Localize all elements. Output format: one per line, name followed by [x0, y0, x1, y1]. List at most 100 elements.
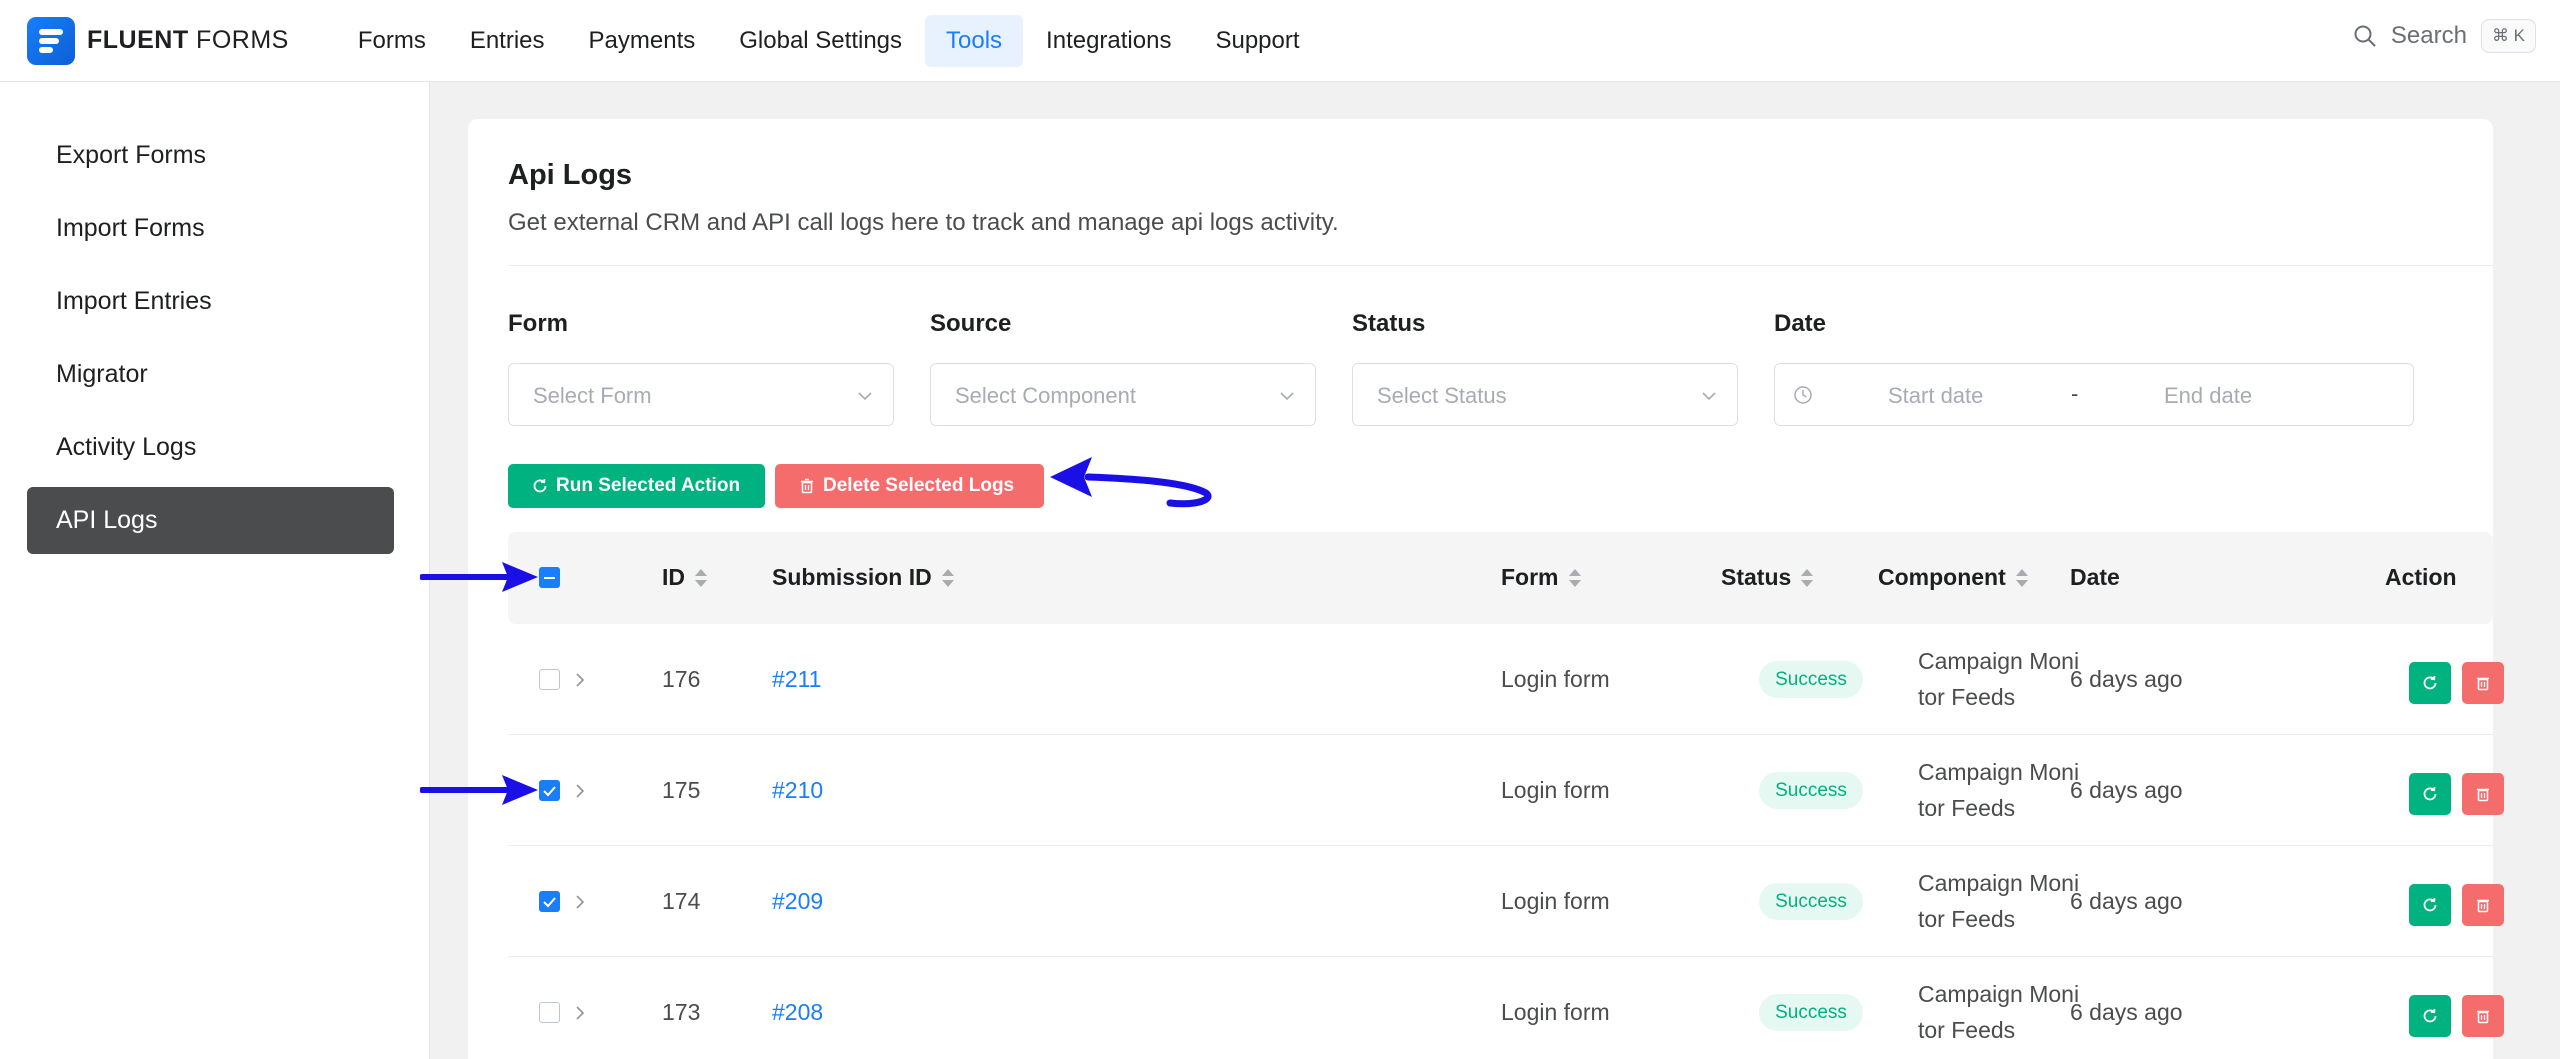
- sidebar-item-import-entries[interactable]: Import Entries: [27, 268, 394, 335]
- nav-item-support[interactable]: Support: [1194, 15, 1320, 67]
- start-date-input[interactable]: Start date: [1888, 383, 1983, 409]
- row-form: Login form: [1501, 888, 1610, 914]
- column-header-id[interactable]: ID: [662, 564, 708, 591]
- column-header-status-label: Status: [1721, 564, 1792, 590]
- annotation-arrow-icon: [420, 562, 538, 592]
- delete-log-button[interactable]: [2462, 662, 2504, 704]
- row-component: Campaign Moni tor Feeds: [1918, 870, 2080, 932]
- trash-icon: [801, 478, 813, 494]
- row-id: 173: [662, 999, 701, 1025]
- sidebar: Export Forms Import Forms Import Entries…: [0, 82, 430, 1059]
- sort-icon[interactable]: [1568, 567, 1582, 589]
- column-header-id-label: ID: [662, 564, 685, 590]
- end-date-input[interactable]: End date: [2164, 383, 2252, 409]
- expand-row-chevron-icon[interactable]: [571, 780, 589, 802]
- brand[interactable]: FLUENT FORMS: [27, 16, 289, 65]
- column-header-component-label: Component: [1878, 564, 2006, 590]
- row-checkbox[interactable]: [539, 780, 560, 801]
- sidebar-item-migrator[interactable]: Migrator: [27, 341, 394, 408]
- run-selected-action-button[interactable]: Run Selected Action: [508, 464, 765, 508]
- run-action-button[interactable]: [2409, 995, 2451, 1037]
- submission-id-link[interactable]: #210: [772, 777, 823, 804]
- sort-icon[interactable]: [2015, 567, 2029, 589]
- column-header-form[interactable]: Form: [1501, 564, 1582, 591]
- column-header-date: Date: [2070, 564, 2120, 591]
- trash-icon: [2477, 1010, 2489, 1024]
- status-badge: Success: [1759, 661, 1863, 698]
- date-separator: -: [2071, 381, 2079, 406]
- chevron-down-icon: [1280, 392, 1294, 401]
- column-header-status[interactable]: Status: [1721, 564, 1814, 591]
- column-header-submission-id-label: Submission ID: [772, 564, 932, 590]
- delete-log-button[interactable]: [2462, 884, 2504, 926]
- nav-item-forms[interactable]: Forms: [337, 15, 447, 67]
- source-select-placeholder: Select Component: [955, 383, 1136, 408]
- submission-id-link[interactable]: #208: [772, 999, 823, 1026]
- expand-row-chevron-icon[interactable]: [571, 1002, 589, 1024]
- submission-id-link[interactable]: #211: [772, 666, 821, 693]
- row-component: Campaign Moni tor Feeds: [1918, 981, 2080, 1043]
- main-nav: Forms Entries Payments Global Settings T…: [337, 14, 1323, 67]
- table-row: 174 #209 Login form Success Campaign Mon…: [508, 846, 2504, 957]
- search-icon: [2354, 25, 2376, 47]
- sort-icon[interactable]: [1800, 567, 1814, 589]
- search-button[interactable]: Search ⌘ K: [2353, 19, 2536, 53]
- submission-id-link[interactable]: #209: [772, 888, 823, 915]
- row-form: Login form: [1501, 666, 1610, 692]
- row-checkbox[interactable]: [539, 669, 560, 690]
- trash-icon: [2477, 899, 2489, 913]
- expand-row-chevron-icon[interactable]: [571, 669, 589, 691]
- refresh-icon: [533, 478, 547, 493]
- date-filter-label: Date: [1774, 310, 1827, 337]
- row-form: Login form: [1501, 999, 1610, 1025]
- chevron-down-icon: [1702, 392, 1716, 401]
- sidebar-item-import-forms[interactable]: Import Forms: [27, 195, 394, 262]
- page-title: Api Logs: [508, 159, 633, 191]
- run-action-button[interactable]: [2409, 773, 2451, 815]
- trash-icon: [2477, 788, 2489, 802]
- row-checkbox[interactable]: [539, 1002, 560, 1023]
- chevron-down-icon: [858, 392, 872, 401]
- column-header-component[interactable]: Component: [1878, 564, 2029, 591]
- sidebar-item-export-forms[interactable]: Export Forms: [27, 122, 394, 189]
- status-badge: Success: [1759, 772, 1863, 809]
- form-select[interactable]: Select Form: [508, 363, 894, 426]
- row-id: 174: [662, 888, 701, 914]
- nav-item-global-settings[interactable]: Global Settings: [718, 15, 923, 67]
- table-row: 173 #208 Login form Success Campaign Mon…: [508, 957, 2504, 1059]
- row-checkbox[interactable]: [539, 891, 560, 912]
- delete-selected-logs-button[interactable]: Delete Selected Logs: [775, 464, 1044, 508]
- delete-log-button[interactable]: [2462, 995, 2504, 1037]
- row-date: 6 days ago: [2070, 777, 2183, 803]
- status-select[interactable]: Select Status: [1352, 363, 1738, 426]
- sort-icon[interactable]: [694, 567, 708, 589]
- source-filter-label: Source: [930, 310, 1012, 337]
- sidebar-item-api-logs[interactable]: API Logs: [27, 487, 394, 554]
- date-range-picker[interactable]: Start date - End date: [1774, 363, 2414, 426]
- nav-item-integrations[interactable]: Integrations: [1025, 15, 1192, 67]
- status-badge: Success: [1759, 994, 1863, 1031]
- column-header-submission-id[interactable]: Submission ID: [772, 564, 955, 591]
- page-subtitle: Get external CRM and API call logs here …: [508, 209, 1339, 236]
- row-id: 175: [662, 777, 701, 803]
- top-navigation-bar: FLUENT FORMS Forms Entries Payments Glob…: [0, 0, 2560, 82]
- column-header-form-label: Form: [1501, 564, 1559, 590]
- expand-row-chevron-icon[interactable]: [571, 891, 589, 913]
- row-form: Login form: [1501, 777, 1610, 803]
- api-logs-card: Api Logs Get external CRM and API call l…: [468, 119, 2504, 1059]
- nav-item-payments[interactable]: Payments: [568, 15, 717, 67]
- nav-item-tools[interactable]: Tools: [925, 14, 1024, 67]
- column-header-action-label: Action: [2385, 564, 2457, 590]
- form-select-placeholder: Select Form: [533, 383, 652, 408]
- delete-log-button[interactable]: [2462, 773, 2504, 815]
- run-action-button[interactable]: [2409, 884, 2451, 926]
- refresh-icon: [2423, 1008, 2437, 1023]
- checkmark-icon: [543, 897, 556, 908]
- row-date: 6 days ago: [2070, 999, 2183, 1025]
- nav-item-entries[interactable]: Entries: [449, 15, 566, 67]
- source-select[interactable]: Select Component: [930, 363, 1316, 426]
- run-action-button[interactable]: [2409, 662, 2451, 704]
- sort-icon[interactable]: [941, 567, 955, 589]
- sidebar-item-activity-logs[interactable]: Activity Logs: [27, 414, 394, 481]
- select-all-checkbox[interactable]: [539, 567, 560, 588]
